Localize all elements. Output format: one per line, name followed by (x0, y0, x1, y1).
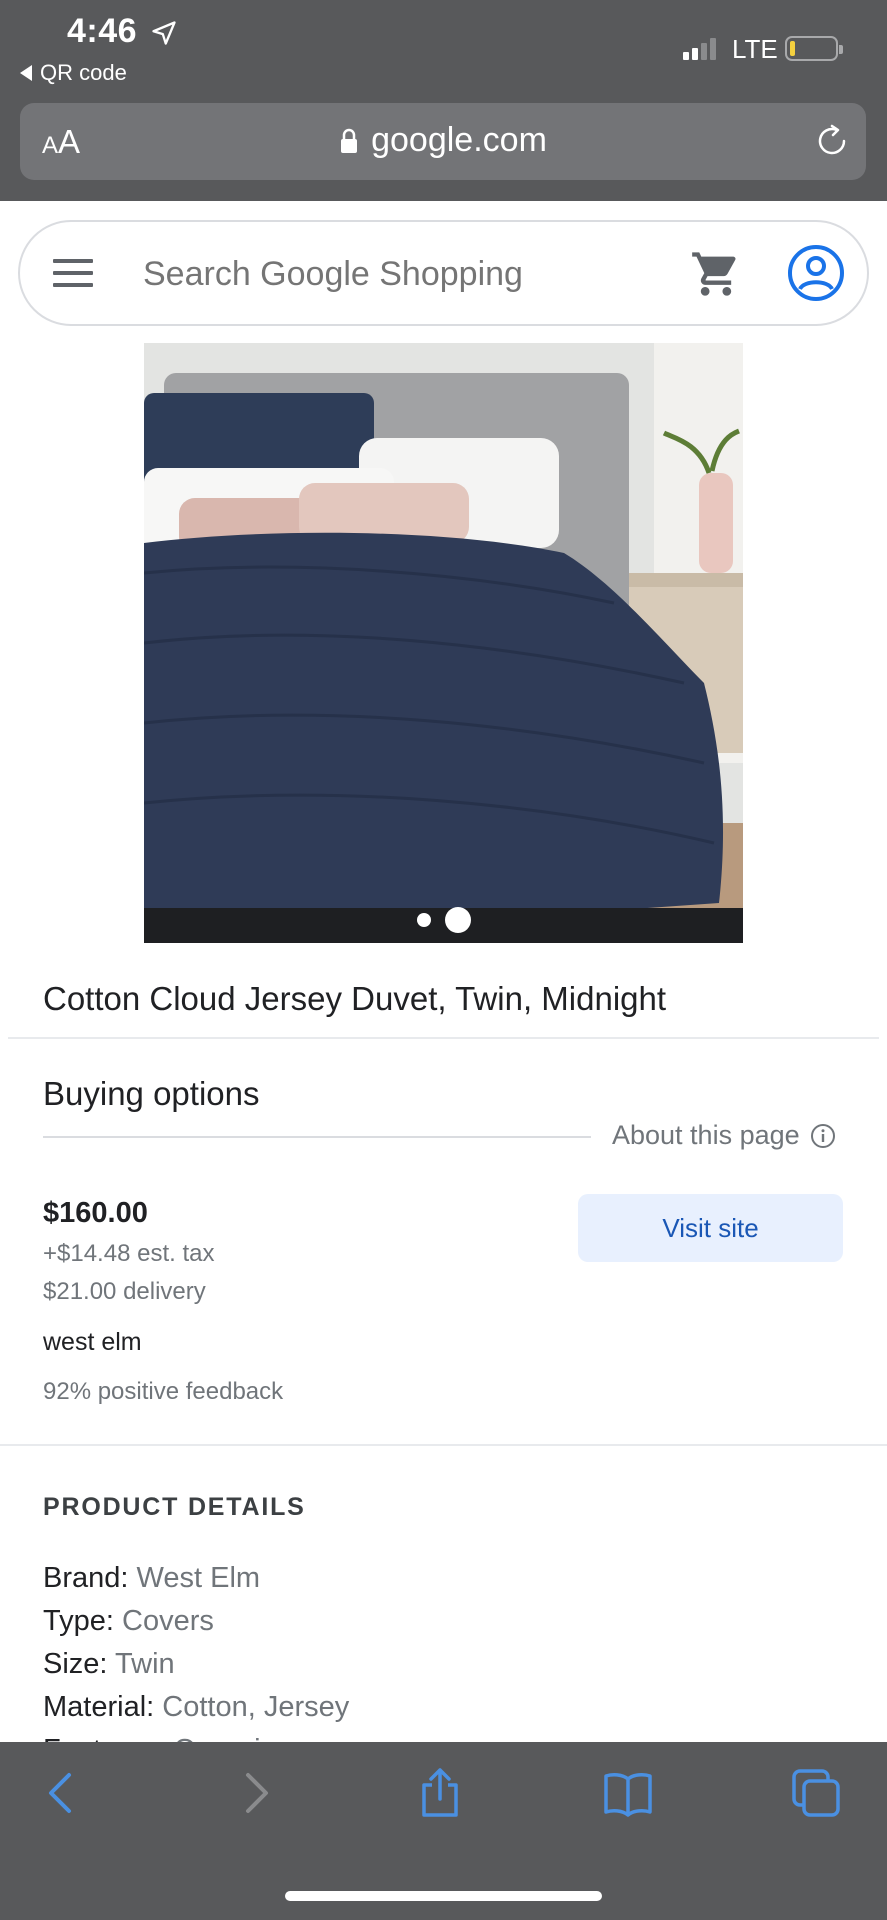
battery-icon (785, 36, 843, 61)
image-dot-1[interactable] (416, 913, 431, 927)
image-pagination[interactable] (144, 907, 743, 933)
product-details-heading: PRODUCT DETAILS (43, 1493, 306, 1521)
search-input[interactable] (143, 254, 663, 294)
buying-options-heading: Buying options (43, 1075, 260, 1112)
bookmarks-icon[interactable] (602, 1767, 654, 1819)
reload-icon[interactable] (814, 123, 850, 159)
divider (0, 1444, 887, 1446)
image-dot-2-active[interactable] (444, 907, 471, 933)
account-icon[interactable] (786, 243, 846, 303)
detail-row-brand: Brand: West Elm (43, 1562, 261, 1594)
url-display[interactable]: google.com (20, 121, 866, 160)
about-this-page-label: About this page (612, 1120, 800, 1150)
delivery-cost: $21.00 delivery (43, 1278, 206, 1305)
share-icon[interactable] (414, 1767, 466, 1819)
home-indicator[interactable] (285, 1891, 602, 1901)
cart-icon[interactable] (690, 248, 742, 300)
detail-row-size: Size: Twin (43, 1648, 175, 1680)
network-type: LTE (732, 34, 778, 64)
duvet-photo (144, 343, 743, 943)
back-icon[interactable] (37, 1767, 89, 1819)
signal-icon (683, 38, 716, 60)
back-app-label: QR code (40, 60, 127, 85)
back-to-app[interactable]: QR code (20, 60, 127, 86)
divider (8, 1037, 879, 1039)
info-icon (810, 1123, 835, 1148)
menu-icon[interactable] (53, 259, 93, 289)
divider (43, 1136, 591, 1138)
detail-row-material: Material: Cotton, Jersey (43, 1691, 350, 1723)
about-this-page-link[interactable]: About this page (612, 1120, 836, 1151)
tax-estimate: +$14.48 est. tax (43, 1240, 215, 1267)
search-bar (18, 220, 869, 326)
tabs-icon[interactable] (790, 1767, 842, 1819)
location-arrow-icon (152, 21, 176, 45)
product-title: Cotton Cloud Jersey Duvet, Twin, Midnigh… (43, 980, 667, 1017)
price: $160.00 (43, 1197, 148, 1229)
status-time: 4:46 (67, 12, 138, 50)
lock-icon (341, 128, 358, 153)
detail-row-type: Type: Covers (43, 1605, 214, 1637)
seller-feedback: 92% positive feedback (43, 1378, 284, 1405)
browser-chrome: 4:46 QR code LTE AA google.com (0, 0, 887, 201)
visit-site-button[interactable]: Visit site (578, 1194, 843, 1262)
forward-icon[interactable] (228, 1767, 280, 1819)
product-image[interactable] (144, 343, 743, 943)
back-triangle-icon (20, 65, 32, 81)
url-bar[interactable]: AA google.com (20, 103, 866, 180)
merchant-name: west elm (43, 1328, 142, 1356)
url-text: google.com (371, 121, 547, 159)
